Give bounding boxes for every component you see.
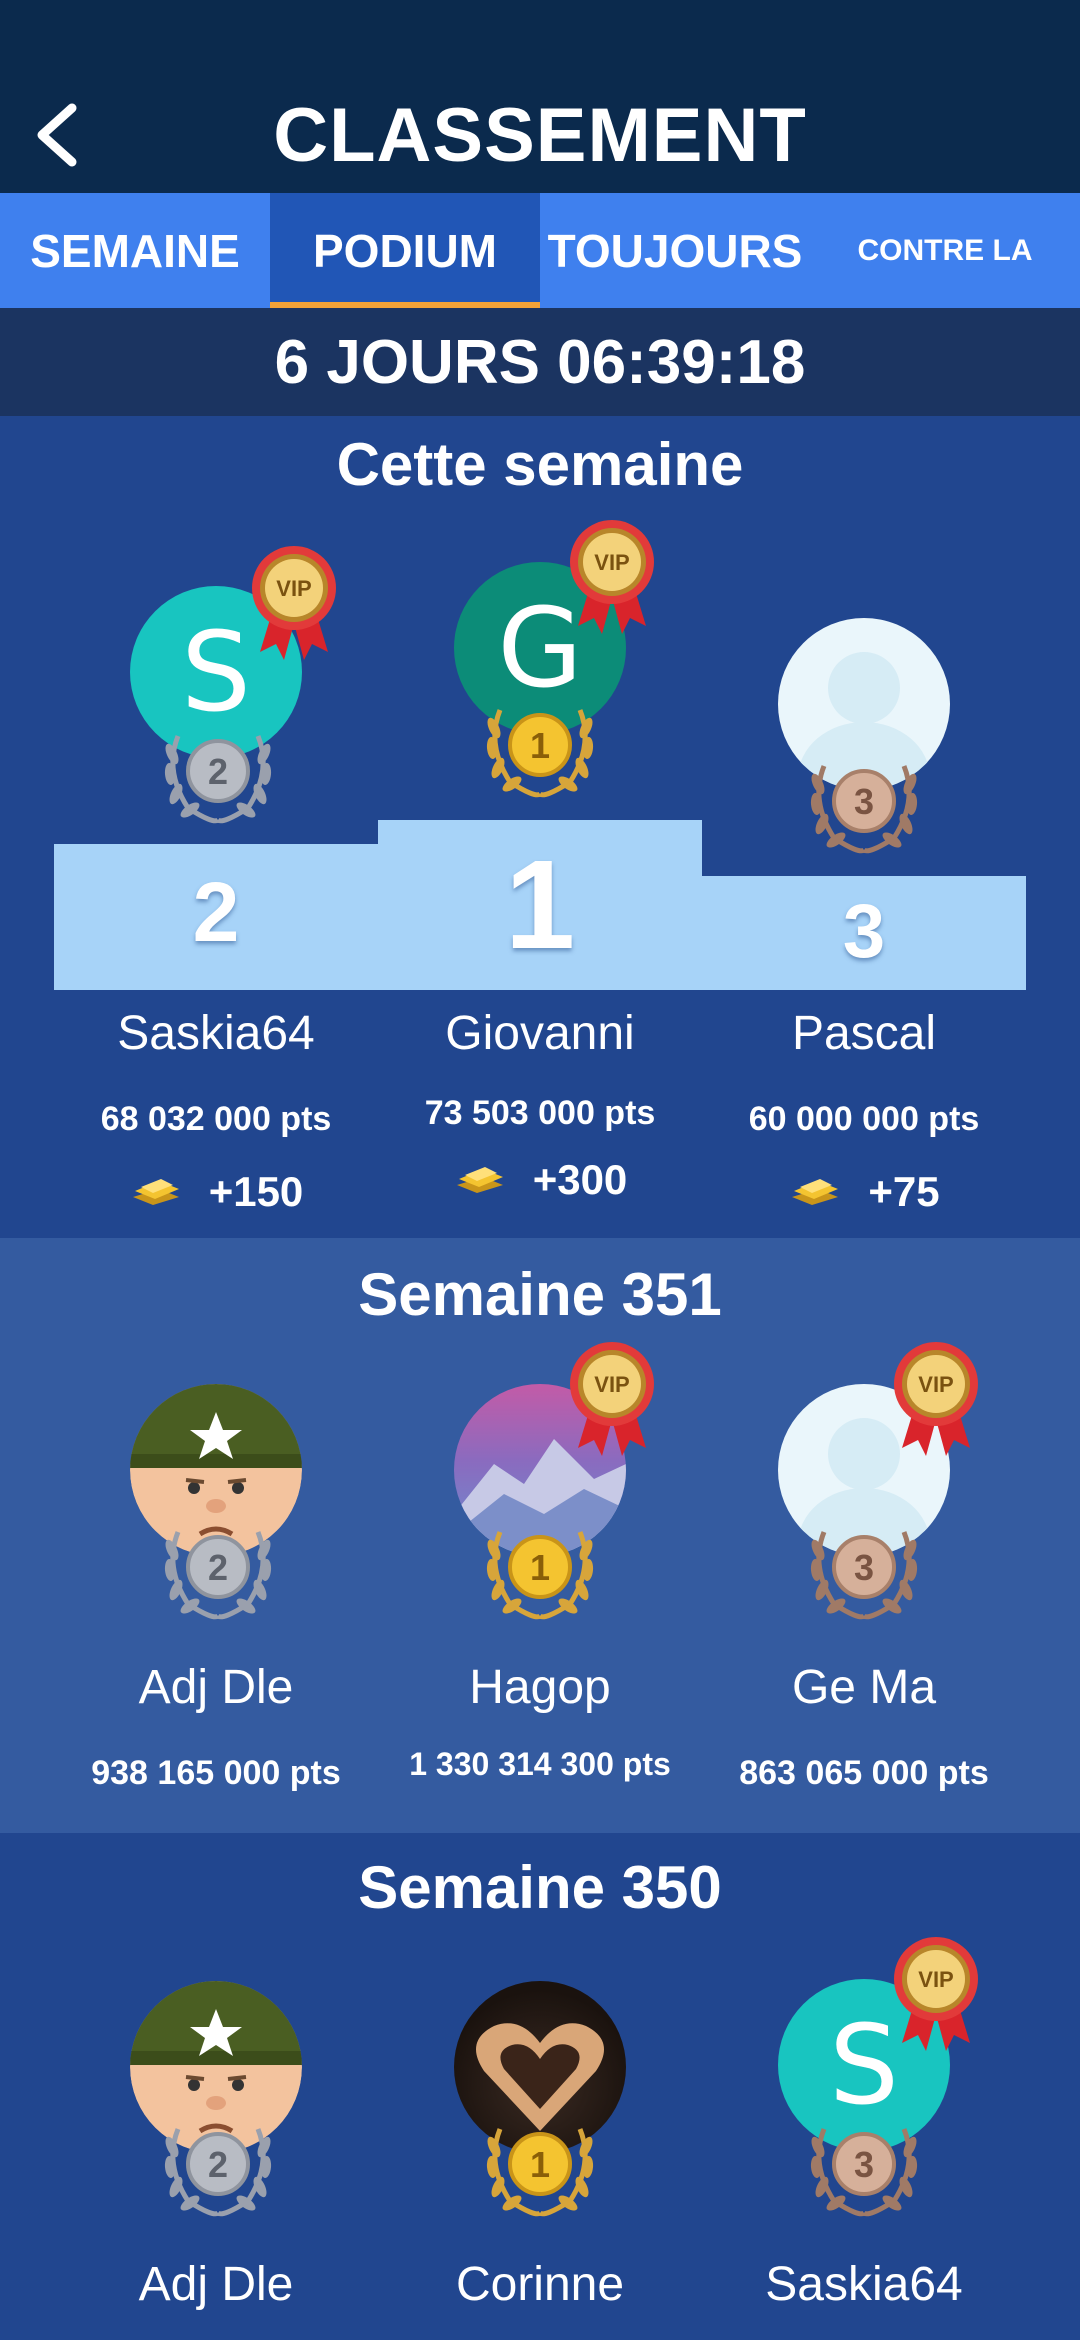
vip-badge-icon: VIP — [252, 546, 336, 660]
player-name: Pascal — [791, 1007, 937, 1060]
player-points: 1 330 314 300 pts — [409, 1746, 671, 1782]
section-title: Semaine 350 — [358, 1854, 722, 1921]
player-points: 60 000 000 pts — [748, 1100, 980, 1138]
svg-text:3: 3 — [854, 2144, 874, 2185]
reward: +150 — [46, 1168, 386, 1216]
vip-badge-icon: VIP — [570, 520, 654, 634]
section-title: Cette semaine — [336, 431, 744, 498]
podium-number-3: 3 — [842, 889, 886, 974]
bronze-rank-medal-icon: 3 — [804, 1512, 924, 1622]
svg-text:3: 3 — [854, 781, 874, 822]
player-points: 938 165 000 pts — [91, 1754, 341, 1792]
player-name: Ge Ma — [791, 1661, 937, 1714]
gold-rank-medal-icon: 1 — [480, 690, 600, 800]
podium-number-2: 2 — [192, 865, 240, 959]
svg-text:1: 1 — [530, 2144, 550, 2185]
reward: +75 — [694, 1168, 1034, 1216]
player-name: Adj Dle — [138, 1661, 294, 1714]
gold-bars-icon — [792, 1179, 839, 1205]
tab-podium[interactable]: PODIUM — [270, 193, 540, 308]
section-week-350: Semaine 350 2 1 S VIP 3 Adj Dle Corinne … — [0, 1833, 1080, 2340]
vip-badge-icon: VIP — [894, 1342, 978, 1456]
silver-rank-medal-icon: 2 — [158, 716, 278, 826]
bronze-rank-medal-icon: 3 — [804, 746, 924, 856]
svg-text:2: 2 — [208, 1547, 228, 1588]
svg-text:2: 2 — [208, 2144, 228, 2185]
player-name: Saskia64 — [117, 1007, 315, 1060]
gold-bars-icon — [132, 1179, 179, 1205]
svg-text:3: 3 — [854, 1547, 874, 1588]
silver-rank-medal-icon: 2 — [158, 2109, 278, 2219]
page-title: CLASSEMENT — [273, 93, 807, 178]
player-name: Adj Dle — [138, 2258, 294, 2311]
reward-amount: +150 — [208, 1168, 304, 1215]
svg-text:VIP: VIP — [594, 550, 629, 575]
vip-badge-icon: VIP — [570, 1342, 654, 1456]
tab-contre-la[interactable]: CONTRE LA — [810, 193, 1080, 308]
gold-bars-icon — [456, 1167, 503, 1193]
svg-text:VIP: VIP — [918, 1967, 953, 1992]
countdown-timer: 6 JOURS 06:39:18 — [0, 308, 1080, 416]
podium-number-1: 1 — [504, 834, 576, 975]
bronze-rank-medal-icon: 3 — [804, 2109, 924, 2219]
vip-badge-icon: VIP — [894, 1937, 978, 2051]
player-points: 73 503 000 pts — [424, 1094, 656, 1132]
tab-bar: SEMAINE PODIUM TOUJOURS CONTRE LA — [0, 193, 1080, 308]
vip-label: VIP — [276, 576, 311, 601]
reward-amount: +75 — [868, 1168, 940, 1215]
header-bar: CLASSEMENT — [0, 0, 1080, 193]
svg-text:VIP: VIP — [594, 1372, 629, 1397]
section-this-week: Cette semaine 2 1 3 S VIP 2 G VIP 1 3 Sa… — [0, 416, 1080, 1238]
player-points: 68 032 000 pts — [100, 1100, 332, 1138]
svg-text:1: 1 — [530, 725, 550, 766]
section-week-351: Semaine 351 2 VIP 1 VIP 3 Adj Dle Hagop … — [0, 1238, 1080, 1833]
tab-semaine[interactable]: SEMAINE — [0, 193, 270, 308]
tab-toujours[interactable]: TOUJOURS — [540, 193, 810, 308]
player-name: Saskia64 — [765, 2258, 963, 2311]
player-points: 863 065 000 pts — [739, 1754, 989, 1792]
svg-text:VIP: VIP — [918, 1372, 953, 1397]
player-name: Corinne — [455, 2258, 625, 2311]
silver-rank-medal-icon: 2 — [158, 1512, 278, 1622]
svg-text:2: 2 — [208, 751, 228, 792]
player-name: Giovanni — [445, 1007, 635, 1060]
reward-amount: +300 — [532, 1156, 628, 1203]
reward: +300 — [370, 1156, 710, 1204]
gold-rank-medal-icon: 1 — [480, 1512, 600, 1622]
section-title: Semaine 351 — [358, 1261, 722, 1328]
player-name: Hagop — [469, 1661, 611, 1714]
gold-rank-medal-icon: 1 — [480, 2109, 600, 2219]
svg-text:1: 1 — [530, 1547, 550, 1588]
